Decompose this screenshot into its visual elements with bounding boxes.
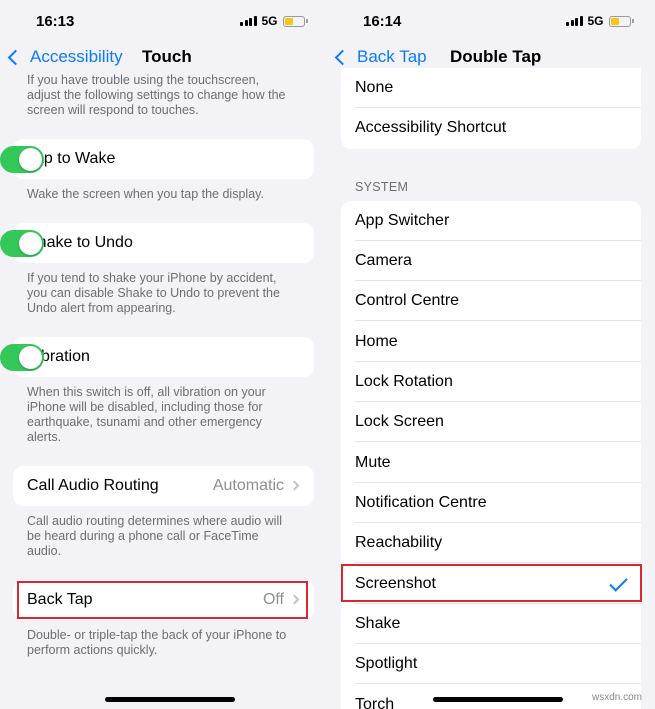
- network-label: 5G: [261, 14, 278, 28]
- network-label: 5G: [587, 14, 604, 28]
- tap-to-wake-description: Wake the screen when you tap the display…: [27, 187, 264, 201]
- shake-to-undo-description: If you tend to shake your iPhone by acci…: [27, 271, 280, 315]
- status-icons: 5G: [240, 14, 308, 28]
- back-button[interactable]: Back Tap: [334, 47, 427, 67]
- action-item-camera[interactable]: Camera: [341, 241, 641, 281]
- page-title: Double Tap: [450, 47, 542, 66]
- call-audio-routing-description: Call audio routing determines where audi…: [27, 514, 282, 558]
- action-item-none[interactable]: None: [341, 68, 641, 108]
- battery-icon: [282, 15, 308, 27]
- action-item-lock-screen[interactable]: Lock Screen: [341, 402, 641, 442]
- action-item-control-centre[interactable]: Control Centre: [341, 281, 641, 321]
- action-item-notification-centre[interactable]: Notification Centre: [341, 483, 641, 523]
- home-indicator: [105, 697, 235, 702]
- action-item-spotlight[interactable]: Spotlight: [341, 644, 641, 684]
- call-audio-routing-value: Automatic: [212, 477, 284, 494]
- action-item-reachability[interactable]: Reachability: [341, 523, 641, 563]
- chevron-right-icon: [289, 480, 300, 491]
- vibration-description: When this switch is off, all vibration o…: [27, 385, 266, 444]
- status-time: 16:14: [363, 13, 402, 30]
- chevron-left-icon: [7, 49, 24, 65]
- watermark: wsxdn.com: [592, 692, 643, 703]
- double-tap-screen: 16:14 5G Back Tap Double Tap None Access…: [328, 0, 655, 709]
- action-item-accessibility-shortcut[interactable]: Accessibility Shortcut: [341, 108, 641, 148]
- back-button-label: Back Tap: [357, 47, 427, 66]
- system-actions-list: App Switcher Camera Control Centre Home …: [341, 201, 641, 709]
- chevron-left-icon: [334, 49, 351, 65]
- back-tap-description: Double- or triple-tap the back of your i…: [27, 628, 287, 657]
- battery-icon: [608, 15, 634, 27]
- home-indicator: [433, 697, 563, 702]
- status-icons: 5G: [566, 14, 634, 28]
- vibration-row[interactable]: Vibration: [0, 337, 314, 377]
- page-title: Touch: [142, 47, 192, 66]
- call-audio-routing-label: Call Audio Routing: [27, 477, 159, 494]
- status-time: 16:13: [36, 13, 75, 30]
- action-item-lock-rotation[interactable]: Lock Rotation: [341, 362, 641, 402]
- vibration-toggle[interactable]: [0, 344, 44, 371]
- signal-icon: [240, 16, 257, 26]
- tap-to-wake-row[interactable]: Tap to Wake: [0, 139, 314, 179]
- signal-icon: [566, 16, 583, 26]
- touch-settings-screen: 16:13 5G Accessibility Touch If you have…: [0, 0, 328, 709]
- actions-list: None Accessibility Shortcut: [341, 68, 641, 149]
- shake-to-undo-toggle[interactable]: [0, 230, 44, 257]
- section-header-system: SYSTEM: [355, 180, 409, 194]
- screenshot-highlight-box: [341, 564, 642, 602]
- action-item-shake[interactable]: Shake: [341, 604, 641, 644]
- tap-to-wake-toggle[interactable]: [0, 146, 44, 173]
- action-item-mute[interactable]: Mute: [341, 443, 641, 483]
- shake-to-undo-row[interactable]: Shake to Undo: [0, 223, 314, 263]
- intro-description: If you have trouble using the touchscree…: [27, 73, 286, 117]
- action-item-app-switcher[interactable]: App Switcher: [341, 201, 641, 241]
- call-audio-routing-row[interactable]: Call Audio Routing Automatic: [13, 466, 314, 506]
- back-button[interactable]: Accessibility: [7, 47, 123, 67]
- back-button-label: Accessibility: [30, 47, 123, 66]
- back-tap-highlight-box: [17, 581, 308, 619]
- action-item-home[interactable]: Home: [341, 322, 641, 362]
